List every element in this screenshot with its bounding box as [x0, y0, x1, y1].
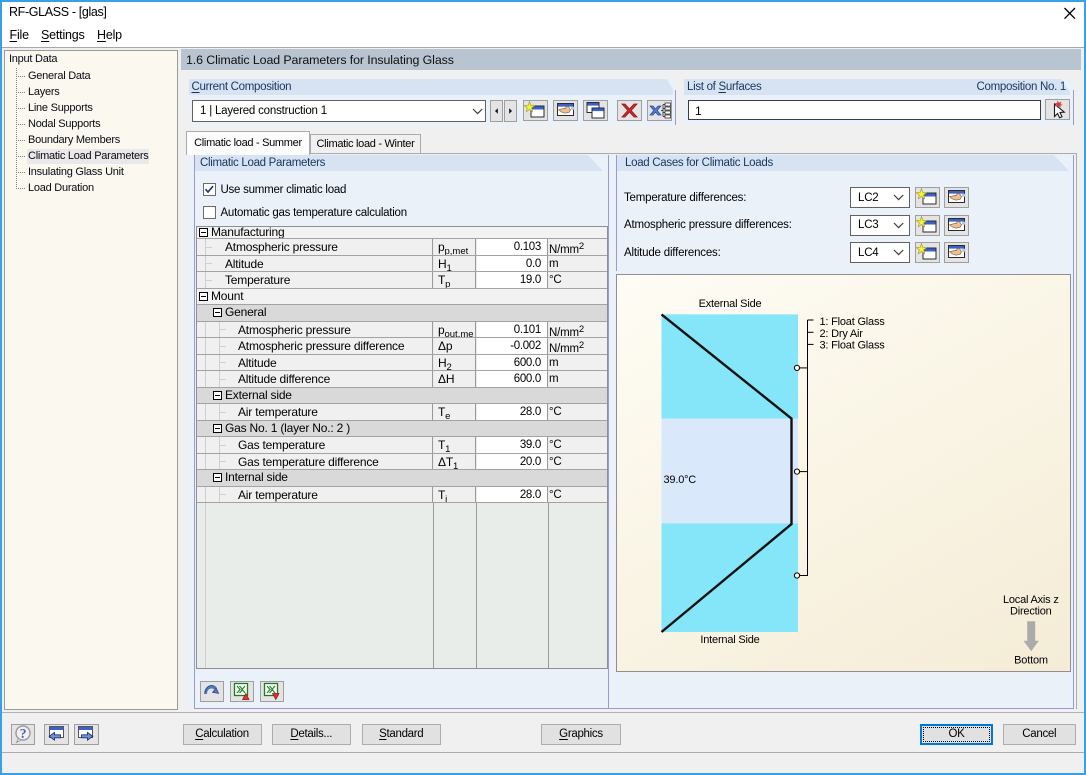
- svg-text:Internal Side: Internal Side: [700, 634, 759, 646]
- svg-text:Bottom: Bottom: [1014, 655, 1048, 667]
- svg-text:1: Float Glass: 1: Float Glass: [820, 316, 886, 328]
- svg-text:3: Float Glass: 3: Float Glass: [820, 340, 886, 352]
- svg-text:?: ?: [19, 726, 26, 741]
- svg-text:External Side: External Side: [699, 298, 762, 310]
- svg-text:39.0°C: 39.0°C: [664, 474, 697, 486]
- svg-text:Local Axis z: Local Axis z: [1003, 594, 1059, 606]
- svg-text:2: Dry Air: 2: Dry Air: [820, 328, 864, 340]
- svg-text:Direction: Direction: [1010, 606, 1052, 618]
